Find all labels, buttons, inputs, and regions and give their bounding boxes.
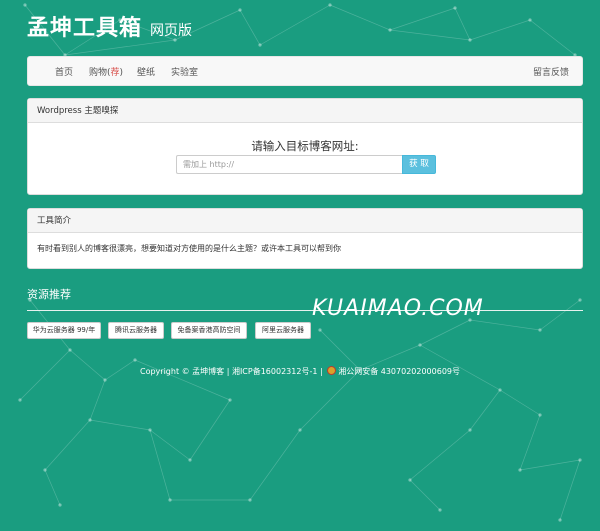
resource-link-huawei[interactable]: 华为云服务器 99/年 [27,322,101,339]
url-input[interactable]: 需加上 http:// [176,155,403,174]
police-badge-icon [327,366,337,375]
nav-shop[interactable]: 购物(荐) [89,65,123,78]
tool-intro-text: 有时看到别人的博客很漂亮，想要知道对方使用的是什么主题？或许本工具可以帮到你 [37,244,341,253]
network-line [469,19,531,41]
network-node [528,18,532,22]
footer-police-link[interactable]: 湘公网安备 43070202000609号 [338,367,460,376]
footer-separator: | [317,367,326,376]
network-node [438,508,442,512]
network-node [453,6,457,10]
network-node [248,498,252,502]
tool-intro-panel: 工具简介 有时看到别人的博客很漂亮，想要知道对方使用的是什么主题？或许本工具可以… [27,208,583,269]
network-node [418,343,422,347]
nav-shop-prefix: 购物( [89,68,111,78]
site-title-sub: 网页版 [150,23,193,39]
network-node [298,428,302,432]
network-line [559,459,581,521]
nav-home[interactable]: 首页 [55,65,73,78]
network-line [469,389,501,431]
resource-link-aliyun[interactable]: 阿里云服务器 [255,322,311,339]
network-node [538,328,542,332]
network-node [468,38,472,42]
network-node [408,478,412,482]
nav-wallpaper[interactable]: 壁纸 [137,65,155,78]
network-node [88,418,92,422]
network-line [149,429,191,461]
network-node [468,428,472,432]
resource-link-tencent[interactable]: 腾讯云服务器 [108,322,164,339]
network-line [189,399,231,461]
network-node [578,298,582,302]
resources-divider [27,310,583,311]
url-prompt: 请输入目标博客网址: [251,139,359,153]
network-line [519,414,541,471]
network-line [329,4,391,31]
network-node [328,3,332,7]
network-line [259,4,331,46]
network-line [389,29,471,41]
network-line [529,19,576,56]
network-node [258,43,262,47]
network-node [133,358,137,362]
network-node [238,8,242,12]
nav-shop-suffix: ) [119,68,124,78]
network-node [103,378,107,382]
network-node [518,468,522,472]
network-node [188,458,192,462]
network-line [469,319,541,331]
network-line [249,429,301,501]
network-node [23,3,27,7]
network-node [498,388,502,392]
network-line [89,419,151,431]
network-line [299,369,361,431]
tool-intro-header: 工具简介 [28,209,582,233]
network-line [239,9,261,46]
network-node [318,328,322,332]
network-node [388,28,392,32]
network-node [43,468,47,472]
network-line [44,469,61,506]
network-line [44,419,91,471]
footer: Copyright © 孟坤博客 | 湘ICP备16002312号-1 | 湘公… [0,366,600,377]
network-node [168,498,172,502]
footer-icp-link[interactable]: 湘ICP备16002312号-1 [232,367,317,376]
network-node [68,348,72,352]
nav-lab[interactable]: 实验室 [171,65,198,78]
network-line [409,479,441,511]
navbar: 首页 购物(荐) 壁纸 实验室 留言反馈 [27,56,583,86]
network-line [539,299,581,331]
network-node [228,398,232,402]
site-title: 孟坤工具箱 网页版 [27,10,192,42]
network-line [454,7,471,41]
watermark-text: KUAIMAO.COM [312,296,484,321]
network-line [389,7,456,31]
network-line [499,389,541,416]
network-line [149,429,171,501]
network-node [148,428,152,432]
footer-copyright: Copyright © 孟坤博客 [139,367,225,376]
theme-detector-header: Wordpress 主题嗅探 [28,99,582,123]
network-node [538,413,542,417]
nav-shop-hot-badge: 荐 [110,68,120,78]
site-title-main: 孟坤工具箱 [27,16,143,41]
theme-detector-panel: Wordpress 主题嗅探 请输入目标博客网址: 需加上 http:// 获 … [27,98,583,195]
network-line [409,429,471,481]
network-line [419,319,471,346]
nav-feedback[interactable]: 留言反馈 [533,65,569,78]
network-line [89,379,106,421]
fetch-button[interactable]: 获 取 [402,155,436,174]
network-line [319,329,361,371]
network-line [64,39,176,56]
network-node [578,458,582,462]
network-node [18,398,22,402]
footer-separator: | [224,367,232,376]
resources-title: 资源推荐 [27,288,71,301]
network-node [558,518,562,522]
resource-link-hk-space[interactable]: 免备案香港高防空间 [171,322,247,339]
network-node [58,503,62,507]
network-line [519,459,581,471]
